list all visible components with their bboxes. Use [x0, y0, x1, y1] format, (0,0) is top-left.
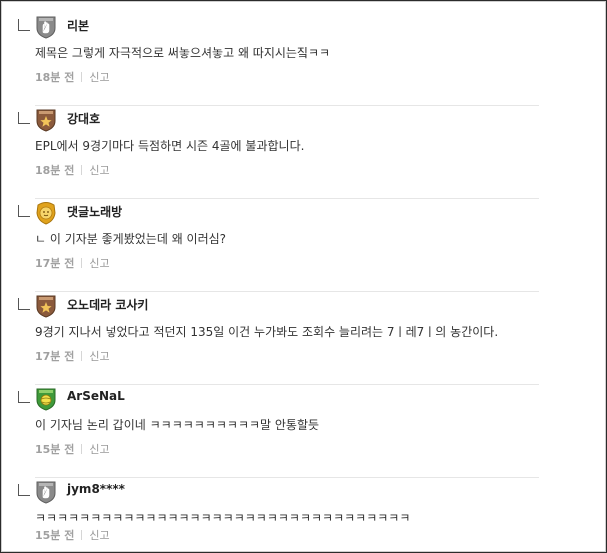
comment-nickname[interactable]: 오노데라 코사키: [67, 296, 148, 313]
comment-text: 제목은 그렇게 자극적으로 써놓으셔놓고 왜 따지시는짘ㅋㅋ: [35, 46, 331, 60]
comment-meta: 18분 전 신고: [35, 162, 110, 178]
comment-nickname[interactable]: 리본: [67, 17, 89, 34]
comment-meta: 17분 전 신고: [35, 255, 110, 271]
comment-list: 리본 제목은 그렇게 자극적으로 써놓으셔놓고 왜 따지시는짘ㅋㅋ 18분 전신…: [0, 0, 607, 553]
gray-shield-hand-icon: [35, 15, 57, 39]
comment-meta: 15분 전 신고: [35, 527, 110, 543]
comment-meta: 18분 전 신고: [35, 69, 110, 85]
reply-arrow-icon: [18, 19, 30, 31]
comment-item: jym8**** ㅋㅋㅋㅋㅋㅋㅋㅋㅋㅋㅋㅋㅋㅋㅋㅋㅋㅋㅋㅋㅋㅋㅋㅋㅋㅋㅋㅋㅋㅋㅋ…: [0, 478, 607, 553]
comment-item: 댓글노래방 ㄴ 이 기자분 좋게봤었는데 왜 이러심? 17분 전 신고: [0, 199, 607, 292]
meta-separator: [81, 258, 83, 268]
meta-separator: [81, 72, 83, 82]
comment-nickname[interactable]: ArSeNaL: [67, 389, 125, 403]
report-link[interactable]: 신고: [89, 350, 109, 363]
comment-meta: 17분 전 신고: [35, 348, 110, 364]
comment-item: 오노데라 코사키 9경기 지나서 넣었다고 적던지 135일 이건 누가봐도 조…: [0, 292, 607, 385]
comment-text: EPL에서 9경기마다 득점하면 시즌 4골에 불과합니다.: [35, 139, 305, 153]
comment-time: 18분 전: [35, 71, 75, 84]
comment-item: ArSeNaL 이 기자님 논리 갑이네 ㅋㅋㅋㅋㅋㅋㅋㅋㅋㅋ말 안통할듯 15…: [0, 385, 607, 478]
comment-meta: 15분 전 신고: [35, 441, 110, 457]
meta-separator: [81, 444, 83, 454]
comment-time: 17분 전: [35, 257, 75, 270]
report-link[interactable]: 신고: [89, 164, 109, 177]
brown-shield-star-icon: [35, 108, 57, 132]
comment-time: 18분 전: [35, 164, 75, 177]
meta-separator: [81, 165, 83, 175]
meta-separator: [81, 351, 83, 361]
report-link[interactable]: 신고: [89, 443, 109, 456]
comment-text: ㅋㅋㅋㅋㅋㅋㅋㅋㅋㅋㅋㅋㅋㅋㅋㅋㅋㅋㅋㅋㅋㅋㅋㅋㅋㅋㅋㅋㅋㅋㅋㅋㅋㅋ: [35, 511, 411, 525]
reply-arrow-icon: [18, 298, 30, 310]
reply-arrow-icon: [18, 391, 30, 403]
meta-separator: [81, 530, 83, 540]
comment-text: 이 기자님 논리 갑이네 ㅋㅋㅋㅋㅋㅋㅋㅋㅋㅋ말 안통할듯: [35, 418, 320, 432]
comment-time: 15분 전: [35, 443, 75, 456]
comment-text: ㄴ 이 기자분 좋게봤었는데 왜 이러심?: [35, 232, 227, 246]
reply-arrow-icon: [18, 484, 30, 496]
report-link[interactable]: 신고: [89, 257, 109, 270]
comment-time: 17분 전: [35, 350, 75, 363]
comment-nickname[interactable]: 댓글노래방: [67, 203, 122, 220]
gold-lion-emblem-icon: [35, 201, 57, 225]
comment-nickname[interactable]: jym8****: [67, 482, 125, 496]
brown-shield-star-icon: [35, 294, 57, 318]
comment-item: 리본 제목은 그렇게 자극적으로 써놓으셔놓고 왜 따지시는짘ㅋㅋ 18분 전 신…: [0, 13, 607, 106]
green-shield-ball-icon: [35, 387, 57, 411]
report-link[interactable]: 신고: [89, 71, 109, 84]
comment-nickname[interactable]: 강대호: [67, 110, 100, 127]
comment-text: 9경기 지나서 넣었다고 적던지 135일 이건 누가봐도 조회수 늘리려는 7…: [35, 325, 499, 339]
reply-arrow-icon: [18, 112, 30, 124]
comment-time: 15분 전: [35, 529, 75, 542]
gray-shield-hand-icon: [35, 480, 57, 504]
reply-arrow-icon: [18, 205, 30, 217]
report-link[interactable]: 신고: [89, 529, 109, 542]
comment-item: 강대호 EPL에서 9경기마다 득점하면 시즌 4골에 불과합니다. 18분 전…: [0, 106, 607, 199]
